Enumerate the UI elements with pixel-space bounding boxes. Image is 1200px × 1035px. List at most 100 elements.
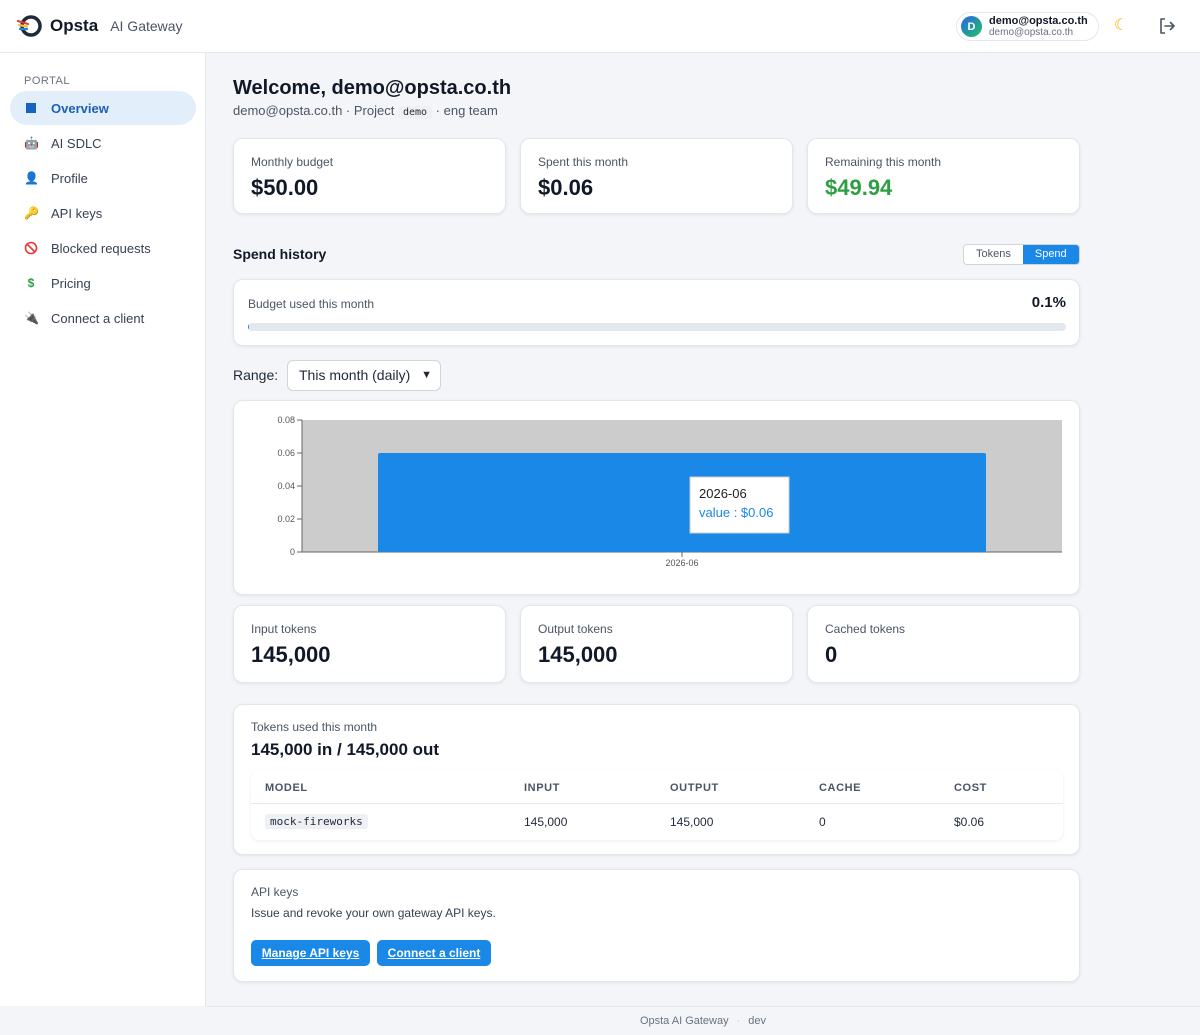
budget-used-label: Budget used this month — [248, 297, 375, 311]
sidebar-item-api-keys[interactable]: 🔑 API keys — [10, 196, 196, 230]
spend-chart-card: 0 0.02 0.04 0.06 0.08 2026-06 2026-06 value : $… — [233, 400, 1080, 595]
table-row: mock-fireworks — [265, 814, 368, 829]
table-divider — [251, 803, 1063, 804]
tokens-used-card: Tokens used this month 145,000 in / 145,… — [233, 704, 1080, 855]
sidebar-item-label: Overview — [51, 100, 109, 116]
stat-label: Output tokens — [538, 622, 613, 636]
cell-input: 145,000 — [524, 815, 568, 829]
user-menu[interactable]: D demo@opsta.co.th demo@opsta.co.th — [956, 12, 1099, 41]
table-header-cost: COST — [954, 782, 987, 794]
dollar-icon: $ — [27, 276, 35, 290]
stat-value: 145,000 — [251, 642, 331, 667]
stat-card-remaining: Remaining this month $49.94 — [807, 138, 1080, 214]
subtitle-prefix: demo@opsta.co.th · Project — [233, 103, 395, 118]
range-select-value: This month (daily) — [299, 367, 411, 383]
grid-icon — [24, 101, 38, 115]
robot-icon: 🤖 — [24, 136, 39, 150]
y-tick-label: 0 — [290, 547, 295, 557]
connect-client-button[interactable]: Connect a client — [377, 940, 491, 966]
user-icon: 👤 — [24, 171, 39, 185]
cell-output: 145,000 — [670, 815, 714, 829]
user-name: demo@opsta.co.th — [989, 14, 1088, 27]
stat-label: Cached tokens — [825, 622, 906, 636]
api-keys-description: Issue and revoke your own gateway API ke… — [251, 906, 496, 920]
sidebar-nav: Overview 🤖 AI SDLC 👤 Profile 🔑 API keys … — [10, 91, 196, 336]
subtitle-suffix: · eng team — [435, 103, 498, 118]
stat-card-cached-tokens: Cached tokens 0 — [807, 605, 1080, 683]
table-header-model: MODEL — [265, 782, 308, 794]
sidebar: PORTAL Overview 🤖 AI SDLC 👤 Profile 🔑 AP… — [0, 53, 206, 1006]
y-tick-label: 0.04 — [277, 481, 295, 491]
table-header-input: INPUT — [524, 782, 560, 794]
manage-api-keys-button[interactable]: Manage API keys — [251, 940, 370, 966]
stat-value: 0 — [825, 642, 838, 667]
toggle-tokens[interactable]: Tokens — [964, 245, 1023, 264]
tooltip-title: 2026-06 — [699, 486, 747, 501]
tokens-used-title: Tokens used this month — [251, 720, 378, 734]
stat-label: Spent this month — [538, 155, 629, 169]
section-title-spend-history: Spend history — [233, 246, 327, 262]
footer-env: dev — [748, 1015, 767, 1027]
y-tick-label: 0.06 — [277, 448, 295, 458]
stat-value: 145,000 — [538, 642, 618, 667]
stat-card-monthly-budget: Monthly budget $50.00 — [233, 138, 506, 214]
stat-value: $0.06 — [538, 175, 594, 200]
api-keys-title: API keys — [251, 885, 299, 899]
sidebar-item-ai-sdlc[interactable]: 🤖 AI SDLC — [10, 126, 196, 160]
sidebar-item-overview[interactable]: Overview — [10, 91, 196, 125]
sidebar-item-pricing[interactable]: $ Pricing — [10, 266, 196, 300]
model-name: mock-fireworks — [265, 814, 368, 829]
stat-card-spent: Spent this month $0.06 — [520, 138, 793, 214]
sidebar-item-label: Blocked requests — [51, 240, 151, 256]
footer-separator: · — [736, 1015, 741, 1027]
usage-table: MODEL INPUT OUTPUT CACHE COST mock-firew… — [251, 770, 1063, 840]
metric-toggle: Tokens Spend — [963, 244, 1080, 265]
table-header-output: OUTPUT — [670, 782, 719, 794]
sidebar-item-label: Connect a client — [51, 310, 145, 326]
avatar: D — [961, 16, 982, 37]
sidebar-item-label: Profile — [51, 170, 88, 186]
page-title: Welcome, demo@opsta.co.th — [233, 77, 512, 99]
chevron-down-icon: ▼ — [421, 369, 432, 381]
sidebar-item-connect-client[interactable]: 🔌 Connect a client — [10, 301, 196, 335]
budget-progress-fill — [248, 323, 249, 331]
y-tick-label: 0.08 — [277, 415, 295, 425]
key-icon: 🔑 — [24, 206, 39, 220]
moon-icon[interactable]: ☾ — [1110, 15, 1132, 37]
tooltip-value: value : $0.06 — [699, 505, 773, 520]
stat-value: $50.00 — [251, 175, 319, 200]
tokens-used-summary: 145,000 in / 145,000 out — [251, 740, 440, 759]
opsta-logo-icon — [16, 15, 42, 37]
project-code: demo — [397, 106, 433, 119]
user-email: demo@opsta.co.th — [989, 26, 1074, 38]
y-tick-label: 0.02 — [277, 514, 295, 524]
budget-used-card: Budget used this month 0.1% — [233, 279, 1080, 346]
api-keys-card: API keys Issue and revoke your own gatew… — [233, 869, 1080, 982]
stat-card-output-tokens: Output tokens 145,000 — [520, 605, 793, 683]
cell-cost: $0.06 — [954, 815, 985, 829]
table-header-cache: CACHE — [819, 782, 862, 794]
chart-bar — [378, 453, 986, 552]
budget-used-percent: 0.1% — [1031, 294, 1066, 311]
x-tick-label: 2026-06 — [665, 558, 698, 568]
budget-progress-track — [248, 323, 1066, 331]
range-label: Range: — [233, 367, 279, 383]
blocked-icon — [24, 241, 38, 255]
spend-chart: 0 0.02 0.04 0.06 0.08 2026-06 2026-06 value : $… — [277, 415, 1062, 568]
sidebar-item-profile[interactable]: 👤 Profile — [10, 161, 196, 195]
brand-subtitle: AI Gateway — [110, 18, 183, 34]
toggle-spend[interactable]: Spend — [1022, 245, 1079, 264]
cell-cache: 0 — [819, 815, 826, 829]
logout-icon[interactable] — [1156, 15, 1178, 37]
sidebar-section-label: PORTAL — [24, 75, 70, 87]
sidebar-item-label: Pricing — [51, 275, 91, 291]
stat-label: Remaining this month — [825, 155, 942, 169]
range-select[interactable]: This month (daily) ▼ — [287, 360, 441, 391]
brand[interactable]: Opsta AI Gateway — [16, 13, 183, 39]
brand-name: Opsta — [50, 16, 99, 35]
top-bar: Opsta AI Gateway D demo@opsta.co.th demo… — [0, 0, 1200, 53]
page-subtitle: demo@opsta.co.th · Project demo · eng te… — [233, 103, 498, 119]
stat-label: Monthly budget — [251, 155, 334, 169]
sidebar-item-blocked-requests[interactable]: Blocked requests — [10, 231, 196, 265]
stat-value: $49.94 — [825, 175, 893, 200]
